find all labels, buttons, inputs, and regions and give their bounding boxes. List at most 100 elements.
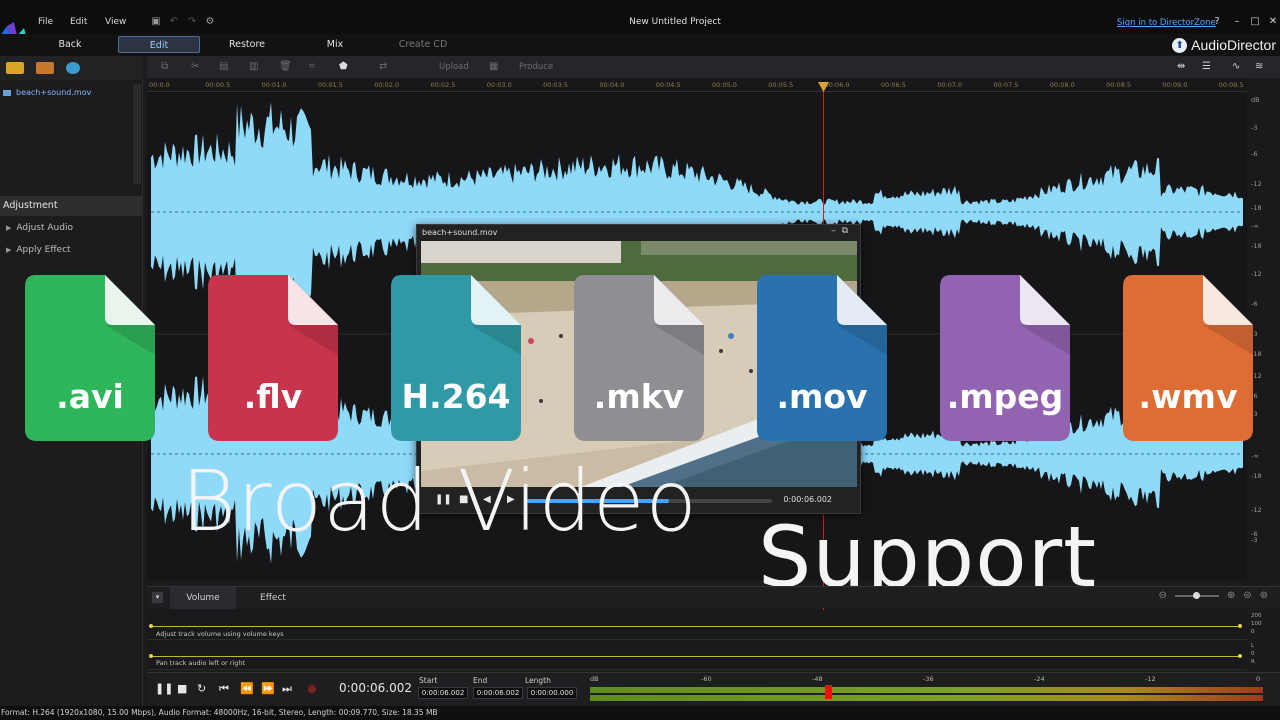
tab-effect[interactable]: Effect — [243, 587, 303, 609]
envelope-key[interactable] — [149, 624, 153, 628]
arrow-up-icon: ⬆ — [1172, 37, 1188, 53]
copy-icon[interactable]: ⧉ — [161, 61, 173, 73]
sync-icon[interactable] — [66, 62, 80, 74]
document-icon — [25, 275, 155, 441]
share-icon[interactable]: ⇄ — [379, 61, 391, 73]
apply-effect-label: Apply Effect — [16, 245, 71, 255]
spectral-view-icon[interactable]: ☰ — [1202, 61, 1214, 73]
start-field[interactable]: 0:00:06.002 — [418, 687, 468, 699]
envelope-scale-label: 0 — [1251, 651, 1255, 657]
zoom-out-icon[interactable]: ⊖ — [1158, 590, 1166, 601]
cut-icon[interactable]: ✂ — [191, 61, 203, 73]
produce-button[interactable]: Produce — [519, 62, 553, 72]
ruler-tick: 00:02.0 — [374, 81, 400, 89]
volume-envelope-line[interactable] — [151, 626, 1241, 627]
apply-effect-item[interactable]: ▶ Apply Effect — [6, 245, 71, 255]
marker-icon[interactable]: ⬟ — [339, 61, 351, 73]
envelope-scale-label: 200 — [1251, 613, 1262, 619]
tab-restore[interactable]: Restore — [220, 36, 274, 53]
project-title: New Untitled Project — [629, 17, 721, 27]
document-icon — [757, 275, 887, 441]
document-icon — [940, 275, 1070, 441]
vu-scale-label: -60 — [701, 675, 712, 683]
tab-volume[interactable]: Volume — [170, 587, 236, 609]
paste-icon[interactable]: ▤ — [219, 61, 231, 73]
crop-icon[interactable]: ⌗ — [309, 61, 321, 73]
envelope-key[interactable] — [1238, 654, 1242, 658]
zoom-slider[interactable] — [1174, 591, 1219, 599]
collapse-icon[interactable]: ▾ — [152, 592, 163, 603]
tab-mix[interactable]: Mix — [315, 36, 355, 53]
tab-create-cd[interactable]: Create CD — [390, 36, 456, 53]
preview-time: 0:00:06.002 — [783, 495, 832, 504]
duplicate-icon[interactable]: ▥ — [249, 61, 261, 73]
wave-icon[interactable]: ∿ — [1232, 61, 1244, 73]
import-media-icon[interactable] — [36, 62, 54, 74]
preview-window-controls[interactable]: –⧉ — [831, 226, 854, 236]
stop-icon[interactable]: ■ — [177, 682, 187, 695]
zoom-fit-icon[interactable]: ⊜ — [1243, 590, 1251, 601]
menu-view[interactable]: View — [105, 17, 126, 27]
upload-button[interactable]: Upload — [439, 62, 469, 72]
wave-alt-icon[interactable]: ≋ — [1255, 61, 1267, 73]
pan-envelope-line[interactable] — [151, 656, 1241, 657]
ruler-tick: 00:0.0 — [149, 81, 170, 89]
adjust-audio-label: Adjust Audio — [16, 223, 73, 233]
db-label: -∞ — [1251, 452, 1259, 460]
zoom-selection-icon[interactable]: ⊛ — [1260, 590, 1268, 601]
video-file-icon — [3, 89, 11, 96]
end-field[interactable]: 0:00:06.002 — [473, 687, 523, 699]
file-format-icon: .wmv — [1123, 275, 1253, 441]
library-file-item[interactable]: beach+sound.mov — [3, 88, 91, 97]
timeline-ruler[interactable]: 00:0.0 00:00.5 00:01.0 00:01.5 00:02.0 00:02.… — [147, 78, 1247, 92]
rewind-icon[interactable]: ⏪ — [240, 682, 254, 695]
ruler-tick: 00:01.5 — [317, 81, 343, 89]
length-field[interactable]: 0:00:00.000 — [527, 687, 577, 699]
minimize-button[interactable]: – — [1230, 16, 1244, 27]
ruler-tick: 00:06.5 — [880, 81, 906, 89]
delete-icon[interactable]: 🗑 — [279, 61, 292, 73]
zoom-in-icon[interactable]: ⊕ — [1227, 590, 1235, 601]
adjust-audio-item[interactable]: ▶ Adjust Audio — [6, 223, 73, 233]
expand-arrow-icon: ▶ — [6, 246, 12, 254]
db-label: -12 — [1251, 180, 1262, 188]
fast-forward-icon[interactable]: ⏩ — [261, 682, 275, 695]
back-button[interactable]: Back — [44, 36, 96, 53]
menu-edit[interactable]: Edit — [70, 17, 87, 27]
film-icon[interactable]: ▦ — [489, 61, 501, 73]
waveform-view-icon[interactable]: ⇹ — [1177, 61, 1189, 73]
save-icon[interactable]: ▣ — [150, 16, 162, 28]
help-button[interactable]: ? — [1210, 16, 1224, 27]
gear-icon[interactable]: ⚙ — [204, 16, 216, 28]
sign-in-link[interactable]: Sign in to DirectorZone — [1117, 18, 1216, 28]
db-label: -3 — [1251, 124, 1258, 132]
tab-edit[interactable]: Edit — [118, 36, 200, 53]
zoom-knob[interactable] — [1192, 591, 1200, 599]
pan-envelope[interactable]: Pan track audio left or right — [147, 640, 1247, 670]
status-bar: Format: H.264 (1920x1080, 15.00 Mbps), A… — [0, 706, 1280, 720]
volume-envelope[interactable]: Adjust track volume using volume keys — [147, 610, 1247, 640]
vu-scale-label: -36 — [923, 675, 934, 683]
maximize-button[interactable]: □ — [1248, 16, 1262, 27]
menu-file[interactable]: File — [38, 17, 53, 27]
redo-icon[interactable]: ↷ — [186, 16, 198, 28]
close-button[interactable]: ✕ — [1266, 16, 1280, 27]
go-to-end-icon[interactable]: ⏭ — [282, 682, 292, 696]
pan-hint: Pan track audio left or right — [156, 659, 246, 667]
envelope-key[interactable] — [149, 654, 153, 658]
file-format-label: .mkv — [593, 377, 685, 416]
undo-icon[interactable]: ↶ — [168, 16, 180, 28]
library-toolbar — [0, 56, 143, 80]
loop-icon[interactable]: ↻ — [197, 682, 206, 695]
go-to-start-icon[interactable]: ⏮ — [219, 682, 229, 696]
db-label: -12 — [1251, 506, 1262, 514]
ruler-tick: 00:01.0 — [261, 81, 287, 89]
vu-scale-label: dB — [590, 675, 599, 683]
record-icon[interactable]: ● — [307, 682, 317, 695]
pause-icon[interactable]: ❚❚ — [155, 682, 173, 695]
preview-title: beach+sound.mov — [422, 228, 498, 237]
import-folder-icon[interactable] — [6, 62, 24, 74]
library-scrollbar[interactable] — [133, 84, 141, 184]
envelope-scale-label: L — [1251, 643, 1255, 649]
envelope-key[interactable] — [1238, 624, 1242, 628]
